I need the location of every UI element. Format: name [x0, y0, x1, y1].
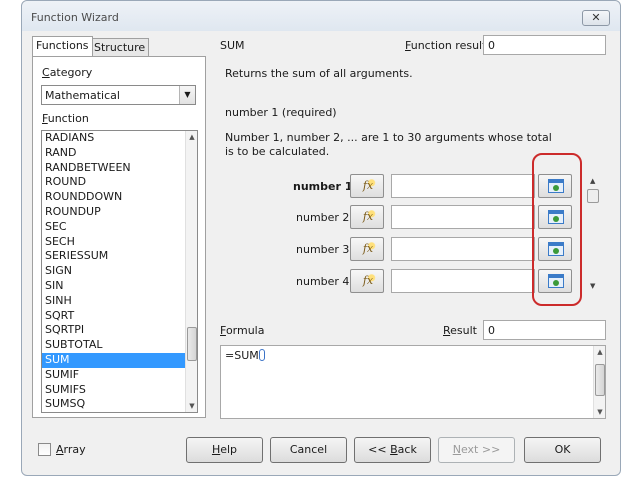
arg-label-3: number 3 [296, 243, 350, 256]
arg-label-4: number 4 [296, 275, 350, 288]
function-list-item[interactable]: SUMSQ [42, 397, 186, 412]
arg-label-1: number 1 [293, 180, 353, 193]
scroll-down-icon[interactable]: ▼ [594, 406, 606, 418]
formula-text: =SUM [225, 349, 265, 362]
help-button[interactable]: Help [186, 437, 263, 463]
function-list-item[interactable]: ROUND [42, 175, 186, 190]
arg-input-2[interactable] [391, 205, 535, 229]
arg-input-4[interactable] [391, 269, 535, 293]
function-list-item[interactable]: SIGN [42, 264, 186, 279]
close-button[interactable]: ✕ [582, 10, 610, 26]
fx-button-1[interactable]: fx [350, 174, 384, 198]
dialog-title: Function Wizard [31, 11, 119, 24]
function-list-item[interactable]: SQRTPI [42, 323, 186, 338]
array-checkbox[interactable] [38, 443, 51, 456]
arg-input-3[interactable] [391, 237, 535, 261]
function-list-item[interactable]: SQRT [42, 309, 186, 324]
function-list-item[interactable]: SERIESSUM [42, 249, 186, 264]
param-description: Number 1, number 2, ... are 1 to 30 argu… [225, 131, 552, 158]
function-list-item[interactable]: SINH [42, 294, 186, 309]
formula-label: Formula [220, 324, 265, 337]
ok-button[interactable]: OK [524, 437, 601, 463]
function-list-scrollbar[interactable]: ▲ ▼ [185, 131, 197, 412]
chevron-down-icon[interactable]: ▼ [179, 86, 195, 104]
scroll-down-icon[interactable]: ▼ [186, 400, 197, 412]
tab-structure[interactable]: Structure [90, 38, 150, 56]
function-result-label: Function result [405, 39, 487, 52]
fx-icon: fx [359, 273, 377, 289]
function-list-item[interactable]: SECH [42, 235, 186, 250]
next-button[interactable]: Next >> [438, 437, 515, 463]
function-list-item[interactable]: ROUNDDOWN [42, 190, 186, 205]
formula-scrollbar[interactable]: ▲ ▼ [593, 346, 605, 418]
function-list-item[interactable]: SUM [42, 352, 186, 368]
formula-editor[interactable]: =SUM ▲ ▼ [220, 345, 606, 419]
function-name: SUM [220, 39, 245, 52]
highlight-annotation [532, 153, 582, 306]
function-list-item[interactable]: RAND [42, 146, 186, 161]
back-button[interactable]: << Back [354, 437, 431, 463]
function-wizard-dialog: Function Wizard ✕ Functions Structure Ca… [21, 0, 621, 476]
fx-button-2[interactable]: fx [350, 205, 384, 229]
args-scroll-down-icon[interactable]: ▼ [590, 282, 595, 290]
fx-icon: fx [359, 209, 377, 225]
function-list-item[interactable]: RADIANS [42, 131, 186, 146]
function-description: Returns the sum of all arguments. [225, 67, 413, 80]
scroll-up-icon[interactable]: ▲ [594, 346, 606, 358]
category-select[interactable]: Mathematical ▼ [41, 85, 196, 105]
function-label: Function [42, 112, 89, 125]
param-title: number 1 (required) [225, 106, 337, 119]
arg-label-2: number 2 [296, 211, 350, 224]
cancel-button[interactable]: Cancel [270, 437, 347, 463]
functions-panel: Category Mathematical ▼ Function RADIANS… [32, 56, 206, 418]
array-label: Array [56, 443, 86, 456]
function-list-item[interactable]: SUMIFS [42, 383, 186, 398]
args-scroll-thumb[interactable] [587, 189, 599, 203]
args-scroll-up-icon[interactable]: ▲ [590, 177, 595, 185]
function-list-item[interactable]: ROUNDUP [42, 205, 186, 220]
function-list[interactable]: RADIANS RAND RANDBETWEEN ROUND ROUNDDOWN ROUN… [41, 130, 198, 413]
function-list-item[interactable]: SUMIF [42, 368, 186, 383]
result-field: 0 [483, 320, 606, 340]
fx-icon: fx [359, 241, 377, 257]
function-list-item[interactable]: SIN [42, 279, 186, 294]
arg-input-1[interactable] [391, 174, 535, 198]
function-list-item[interactable]: SUBTOTAL [42, 338, 186, 353]
result-label: Result [443, 324, 477, 337]
category-label: Category [42, 66, 93, 79]
function-result-field: 0 [483, 35, 606, 55]
text-cursor [258, 349, 265, 361]
scroll-up-icon[interactable]: ▲ [186, 131, 197, 143]
function-list-item[interactable]: SEC [42, 220, 186, 235]
tab-functions[interactable]: Functions [32, 36, 93, 56]
scroll-thumb[interactable] [187, 327, 197, 361]
fx-button-4[interactable]: fx [350, 269, 384, 293]
fx-icon: fx [359, 178, 377, 194]
title-bar: Function Wizard ✕ [22, 1, 620, 31]
function-list-item[interactable]: RANDBETWEEN [42, 161, 186, 176]
scroll-thumb[interactable] [595, 364, 605, 396]
fx-button-3[interactable]: fx [350, 237, 384, 261]
category-value: Mathematical [45, 89, 120, 102]
